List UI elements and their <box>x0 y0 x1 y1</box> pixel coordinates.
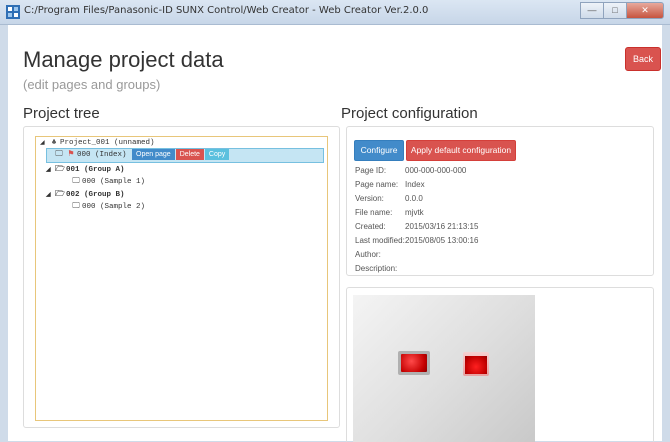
info-row-page-id: Page ID: 000-000-000-000 <box>355 166 467 175</box>
monitor-icon: 🖵 <box>72 177 80 186</box>
tree-root-label: Project_001 (unnamed) <box>60 139 155 147</box>
monitor-icon: 🖵 <box>55 150 63 159</box>
info-row-version: Version: 0.0.0 <box>355 194 423 203</box>
red-lamp-icon <box>463 352 489 376</box>
flag-icon: ⚑ <box>67 150 75 159</box>
project-config-title: Project configuration <box>341 105 478 122</box>
copy-button[interactable]: Copy <box>204 149 230 160</box>
info-row-file-name: File name: mjvtk <box>355 208 424 217</box>
info-row-description: Description: <box>355 264 398 273</box>
info-row-author: Author: <box>355 250 381 259</box>
info-row-created: Created: 2015/03/16 21:13:15 <box>355 222 479 231</box>
window-title: C:/Program Files/Panasonic-ID SUNX Contr… <box>24 5 429 16</box>
file-name-value: mjvtk <box>405 208 424 217</box>
delete-button[interactable]: Delete <box>175 149 204 160</box>
tree-node-sample-1[interactable]: 🖵 000 (Sample 1) <box>70 176 145 188</box>
project-tree-title: Project tree <box>23 105 100 122</box>
maximize-button[interactable]: □ <box>603 2 626 19</box>
expand-triangle-icon[interactable]: ◢ <box>46 189 54 201</box>
tree-node-index[interactable]: 🖵 ⚑ 000 (Index) Open page Delete Copy <box>53 149 230 161</box>
info-row-page-name: Page name: Index <box>355 180 425 189</box>
tree-node-group-a[interactable]: ◢ 🗁001 (Group A) <box>46 164 125 176</box>
tree-node-label: 001 (Group A) <box>66 166 125 174</box>
close-button[interactable]: ✕ <box>626 2 664 19</box>
page-id-value: 000-000-000-000 <box>405 166 467 175</box>
page-preview-panel <box>346 287 654 442</box>
project-tree-panel: ◢ ♣ Project_001 (unnamed) 🖵 ⚑ 000 (Index) Op… <box>23 126 340 428</box>
tree-node-label: 002 (Group B) <box>66 191 125 199</box>
tree-node-group-b[interactable]: ◢ 🗁002 (Group B) <box>46 189 125 201</box>
info-row-last-modified: Last modified:2015/08/05 13:00:16 <box>355 236 479 245</box>
monitor-icon: 🖵 <box>72 202 80 211</box>
tree-node-label: 000 (Sample 1) <box>82 178 146 186</box>
minimize-button[interactable]: — <box>580 2 603 19</box>
open-page-button[interactable]: Open page <box>132 149 175 160</box>
last-modified-value: 2015/08/05 13:00:16 <box>405 236 479 245</box>
project-config-panel: Configure Apply default configuration Pa… <box>346 126 654 276</box>
folder-icon: 🗁 <box>55 165 65 174</box>
tree-node-label: 000 (Sample 2) <box>82 203 146 211</box>
main-page: Manage project data (edit pages and grou… <box>8 25 662 442</box>
apply-default-config-button[interactable]: Apply default configuration <box>406 140 516 161</box>
page-subtitle: (edit pages and groups) <box>23 77 161 92</box>
configure-button[interactable]: Configure <box>354 140 404 161</box>
version-value: 0.0.0 <box>405 194 423 203</box>
red-lamp-icon <box>398 351 430 375</box>
tree-node-label: 000 (Index) <box>77 151 127 159</box>
page-preview[interactable] <box>353 295 535 442</box>
project-tree: ◢ ♣ Project_001 (unnamed) 🖵 ⚑ 000 (Index) Op… <box>35 136 328 421</box>
page-title: Manage project data <box>23 47 224 72</box>
back-button[interactable]: Back <box>625 47 661 71</box>
expand-triangle-icon[interactable]: ◢ <box>46 164 54 176</box>
window-titlebar: C:/Program Files/Panasonic-ID SUNX Contr… <box>0 0 670 25</box>
app-icon <box>6 5 20 19</box>
page-name-value: Index <box>405 180 425 189</box>
created-value: 2015/03/16 21:13:15 <box>405 222 479 231</box>
window-controls: — □ ✕ <box>580 2 664 19</box>
tree-node-sample-2[interactable]: 🖵 000 (Sample 2) <box>70 201 145 213</box>
folder-icon: 🗁 <box>55 190 65 199</box>
